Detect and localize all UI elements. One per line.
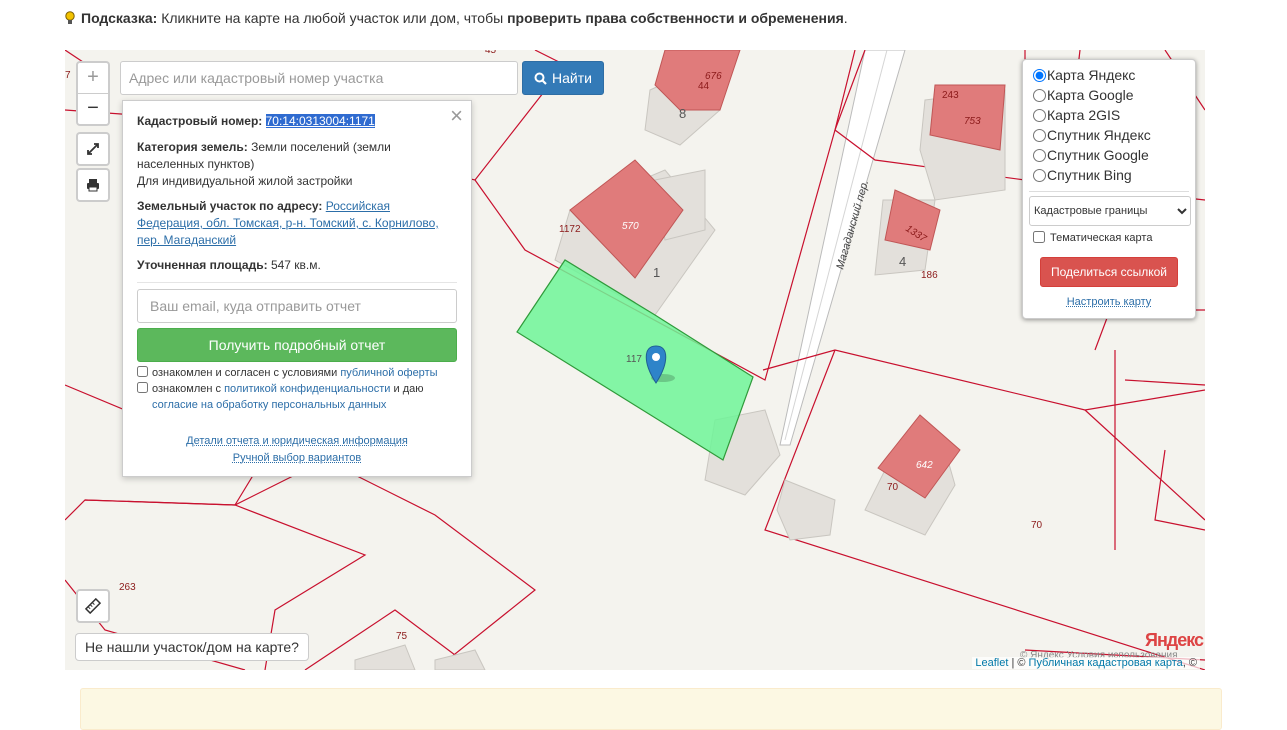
- layer-divider: [1029, 191, 1189, 192]
- hint-bold-text: проверить права собственности и обремене…: [507, 10, 844, 26]
- label-45: 45: [485, 50, 497, 56]
- label-186: 186: [921, 270, 938, 281]
- privacy-consent: ознакомлен с политикой конфиденциальност…: [137, 381, 447, 413]
- area-value: 547 кв.м.: [270, 258, 321, 272]
- label-243: 243: [942, 90, 959, 101]
- not-found-button[interactable]: Не нашли участок/дом на карте?: [75, 633, 309, 661]
- category-label: Категория земель:: [137, 140, 248, 154]
- fullscreen-icon: [87, 143, 99, 155]
- privacy-link[interactable]: политикой конфиденциальности: [224, 383, 390, 395]
- label-4: 4: [899, 254, 906, 269]
- parcel-info-popup: × Кадастровый номер: 70:14:0313004:1171 …: [122, 100, 472, 477]
- privacy-checkbox[interactable]: [137, 382, 148, 393]
- label-1: 1: [653, 265, 660, 280]
- label-753: 753: [964, 116, 981, 127]
- address-row: Земельный участок по адресу: Российская …: [137, 198, 447, 249]
- label-8: 8: [679, 106, 686, 121]
- layer-option-google-satellite[interactable]: Спутник Google: [1033, 145, 1149, 165]
- email-field[interactable]: [137, 289, 457, 323]
- usage-row: Для индивидуальной жилой застройки: [137, 174, 353, 188]
- measure-button[interactable]: [76, 589, 110, 623]
- label-1172: 1172: [559, 224, 581, 235]
- fullscreen-button[interactable]: [76, 132, 110, 166]
- area-label: Уточненная площадь:: [137, 258, 268, 272]
- search-button-label: Найти: [552, 70, 592, 86]
- label-75: 75: [396, 631, 408, 642]
- address-label: Земельный участок по адресу:: [137, 199, 323, 213]
- label-7: 7: [65, 70, 71, 81]
- configure-map-link[interactable]: Настроить карту: [1067, 296, 1152, 308]
- cadastral-label: Кадастровый номер:: [137, 114, 263, 128]
- close-icon[interactable]: ×: [450, 103, 463, 129]
- zoom-in-button[interactable]: +: [78, 63, 108, 94]
- details-link[interactable]: Детали отчета и юридическая информация: [186, 435, 408, 447]
- layer-option-bing-satellite[interactable]: Спутник Bing: [1033, 165, 1132, 185]
- zoom-control: + −: [76, 61, 110, 126]
- overlay-select[interactable]: Кадастровые границы: [1029, 196, 1191, 226]
- cadastral-number[interactable]: 70:14:0313004:1171: [265, 114, 375, 128]
- cadastral-row: Кадастровый номер: 70:14:0313004:1171: [137, 113, 447, 130]
- label-70a: 70: [887, 482, 899, 493]
- search-button[interactable]: Найти: [522, 61, 604, 95]
- share-link-button[interactable]: Поделиться ссылкой: [1040, 257, 1178, 287]
- thematic-checkbox[interactable]: [1033, 231, 1045, 243]
- layer-switcher: Карта Яндекс Карта Google Карта 2GIS Спу…: [1022, 59, 1196, 319]
- layer-option-google-map[interactable]: Карта Google: [1033, 85, 1134, 105]
- pkk-link[interactable]: Публичная кадастровая карта: [1029, 657, 1183, 669]
- search-input[interactable]: [120, 61, 518, 95]
- lightbulb-icon: [65, 11, 75, 24]
- popup-divider: [137, 282, 457, 283]
- category-row: Категория земель: Земли поселений (земли…: [137, 139, 447, 173]
- area-row: Уточненная площадь: 547 кв.м.: [137, 257, 447, 274]
- label-263: 263: [119, 582, 136, 593]
- yandex-logo: Яндекс: [1145, 630, 1204, 650]
- layer-option-yandex-satellite[interactable]: Спутник Яндекс: [1033, 125, 1151, 145]
- hint-bar: Подсказка: Кликните на карте на любой уч…: [65, 10, 848, 26]
- leaflet-link[interactable]: Leaflet: [975, 657, 1008, 669]
- offer-consent: ознакомлен и согласен с условиями публич…: [137, 365, 438, 381]
- search-icon: [534, 72, 547, 85]
- ruler-icon: [85, 598, 101, 614]
- map[interactable]: 676 44 8 243 753 570 1172 1 Магаданский …: [65, 50, 1205, 670]
- personal-data-link[interactable]: согласие на обработку персональных данны…: [152, 399, 386, 411]
- label-570: 570: [622, 221, 639, 232]
- info-box: [80, 688, 1222, 730]
- offer-link[interactable]: публичной оферты: [340, 367, 437, 379]
- hint-label: Подсказка:: [81, 10, 158, 26]
- get-report-button[interactable]: Получить подробный отчет: [137, 328, 457, 362]
- zoom-out-button[interactable]: −: [78, 94, 108, 124]
- label-642: 642: [916, 460, 933, 471]
- layer-option-2gis-map[interactable]: Карта 2GIS: [1033, 105, 1120, 125]
- hint-text: Кликните на карте на любой участок или д…: [161, 10, 504, 26]
- print-button[interactable]: [76, 168, 110, 202]
- thematic-map-toggle[interactable]: Тематическая карта: [1033, 231, 1152, 244]
- label-117: 117: [626, 354, 642, 365]
- offer-checkbox[interactable]: [137, 366, 148, 377]
- layer-option-yandex-map[interactable]: Карта Яндекс: [1033, 65, 1135, 85]
- manual-selection-link[interactable]: Ручной выбор вариантов: [233, 452, 361, 464]
- print-icon: [87, 179, 99, 192]
- map-attribution: Leaflet | © Публичная кадастровая карта,…: [972, 657, 1200, 669]
- label-70b: 70: [1031, 520, 1043, 531]
- label-44: 44: [698, 81, 710, 92]
